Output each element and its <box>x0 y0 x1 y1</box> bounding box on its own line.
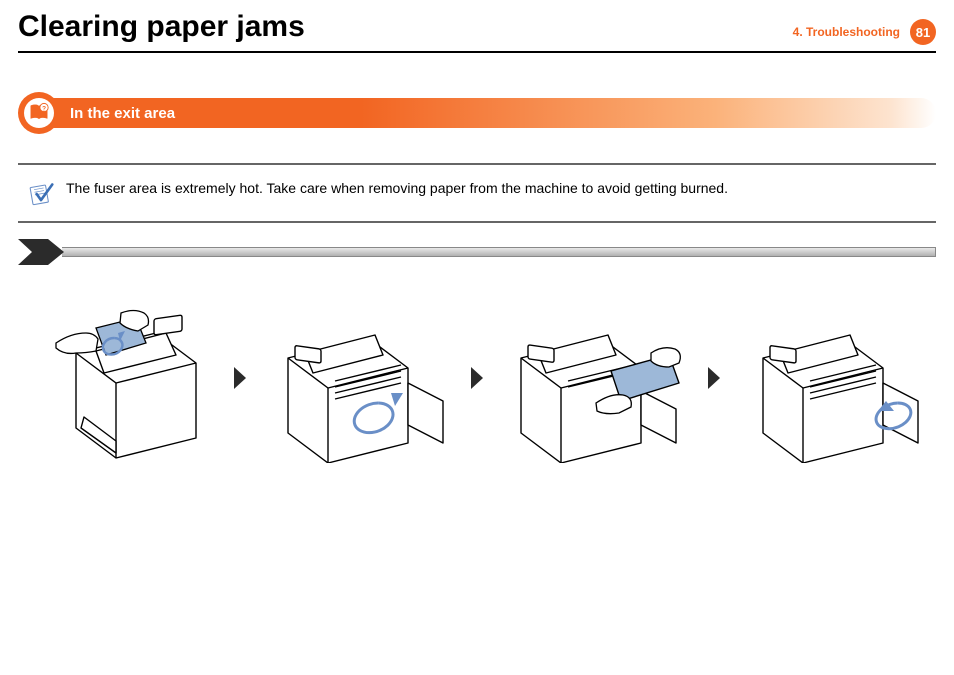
page-title: Clearing paper jams <box>18 10 305 44</box>
chapter-label: 4. Troubleshooting <box>793 25 900 39</box>
section-header: ? In the exit area <box>18 93 936 133</box>
section-icon-outer: ? <box>18 92 60 134</box>
section-title: In the exit area <box>70 105 175 122</box>
printer-illustration-4 <box>738 293 928 463</box>
printer-illustration-1 <box>26 293 216 463</box>
diagram-step-3 <box>501 293 691 463</box>
warning-note: The fuser area is extremely hot. Take ca… <box>18 163 936 223</box>
printer-illustration-3 <box>501 293 691 463</box>
diagram-step-1 <box>26 293 216 463</box>
step-progress-bar <box>18 237 936 267</box>
instruction-diagram-row <box>18 293 936 463</box>
page-header: Clearing paper jams 4. Troubleshooting 8… <box>18 10 936 53</box>
section-title-bar: In the exit area <box>52 98 936 128</box>
header-right-group: 4. Troubleshooting 81 <box>793 19 936 45</box>
page-number-badge: 81 <box>910 19 936 45</box>
printer-illustration-2 <box>263 293 453 463</box>
note-text: The fuser area is extremely hot. Take ca… <box>66 179 728 199</box>
step-arrow-badge-icon <box>18 237 66 267</box>
diagram-step-4 <box>738 293 928 463</box>
note-checkmark-icon <box>28 181 54 207</box>
svg-text:?: ? <box>42 105 46 112</box>
chevron-right-icon <box>708 367 720 389</box>
diagram-step-2 <box>263 293 453 463</box>
book-question-icon: ? <box>24 98 54 128</box>
step-progress-track <box>62 247 936 257</box>
chevron-right-icon <box>471 367 483 389</box>
chevron-right-icon <box>234 367 246 389</box>
